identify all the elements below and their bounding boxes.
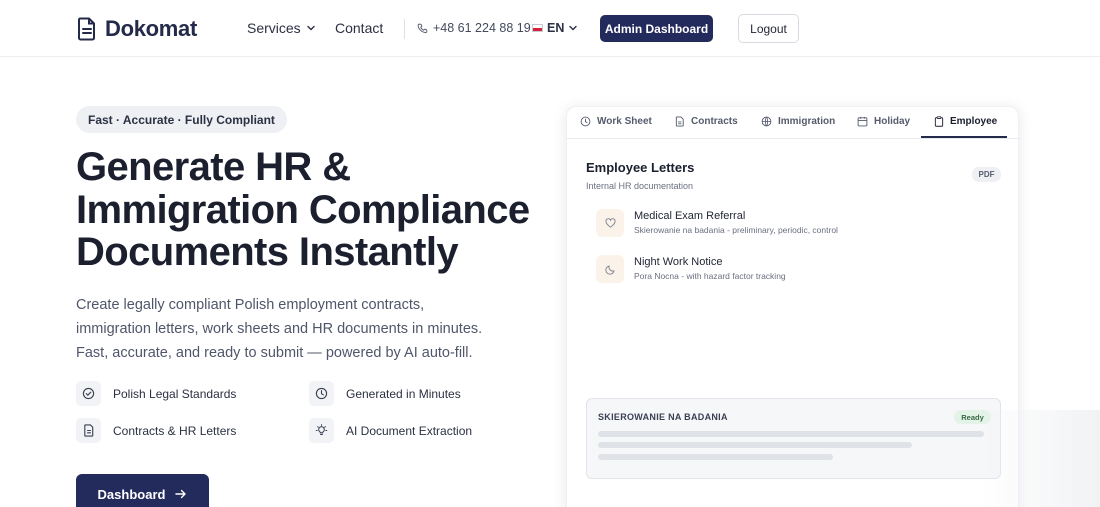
check-circle-icon [76,381,101,406]
feature-label: Polish Legal Standards [113,386,237,401]
active-tab-indicator [921,136,1007,138]
dashboard-button[interactable]: Dashboard [76,474,209,507]
nav-contact-label: Contact [335,20,384,36]
edge-shadow [980,410,1100,507]
feature-item: AI Document Extraction [309,418,472,443]
hero-title-line: Documents Instantly [76,230,459,274]
tab-contracts[interactable]: Contracts [675,116,738,127]
tab-label: Contracts [691,116,738,127]
chevron-down-icon [306,25,315,31]
arrow-right-icon [175,489,187,499]
tab-label: Holiday [874,116,911,127]
document-preview-card: Work Sheet Contracts Immigration Holiday… [566,106,1020,507]
document-icon [675,116,684,127]
phone-icon [417,23,428,33]
clipboard-icon [934,116,944,127]
letter-name: Medical Exam Referral [634,210,746,222]
feature-item: Generated in Minutes [309,381,461,406]
tab-label: Immigration [778,116,836,127]
hero-title-line: Immigration Compliance [76,187,530,232]
letter-desc: Skierowanie na badania - preliminary, pe… [634,225,838,235]
nav-services-label: Services [247,20,301,36]
nav-contact[interactable]: Contact [335,20,383,36]
placeholder-line [598,431,984,437]
tab-immigration[interactable]: Immigration [761,116,835,127]
document-preview: SKIEROWANIE NA BADANIA Ready [586,398,1001,479]
hero-title: Generate HR & Immigration Compliance Doc… [76,146,546,274]
tab-label: Employee [950,116,998,127]
language-label: EN [547,21,565,35]
hero-badge: Fast · Accurate · Fully Compliant [76,106,287,133]
moon-icon [596,255,624,283]
tab-label: Work Sheet [597,116,652,127]
card-title: Employee Letters [586,160,695,175]
letter-item[interactable]: Night Work Notice Pora Nocna - with haza… [596,255,786,283]
document-icon [76,418,101,443]
hero-subtitle: Create legally compliant Polish employme… [76,297,483,361]
hero-title-line: Generate HR & [76,145,351,189]
feature-item: Contracts & HR Letters [76,418,236,443]
tab-work-sheet[interactable]: Work Sheet [580,116,652,127]
clock-icon [580,116,591,127]
lightbulb-icon [309,418,334,443]
preview-title: SKIEROWANIE NA BADANIA [598,412,728,422]
clock-icon [309,381,334,406]
top-navbar: Dokomat Services Contact +48 61 224 88 1… [0,0,1100,57]
document-logo-icon [78,17,95,41]
chevron-down-icon [569,25,578,31]
phone-link[interactable]: +48 61 224 88 19 [417,21,531,35]
flag-icon [532,24,543,32]
letter-desc: Pora Nocna - with hazard factor tracking [634,271,786,281]
feature-label: Generated in Minutes [346,386,461,401]
calendar-icon [857,116,868,127]
nav-divider [404,19,405,39]
feature-item: Polish Legal Standards [76,381,236,406]
nav-services[interactable]: Services [247,20,316,36]
heart-icon [596,209,624,237]
logo-text: Dokomat [105,16,198,41]
card-subtitle: Internal HR documentation [586,181,694,191]
feature-label: AI Document Extraction [346,423,473,438]
card-tabs: Work Sheet Contracts Immigration Holiday… [567,107,1020,139]
globe-icon [761,116,772,127]
placeholder-line [598,442,912,448]
phone-number: +48 61 224 88 19 [433,21,531,35]
letter-item[interactable]: Medical Exam Referral Skierowanie na bad… [596,209,838,237]
admin-dashboard-button[interactable]: Admin Dashboard [600,15,713,42]
placeholder-line [598,454,833,460]
dashboard-button-label: Dashboard [97,486,166,502]
tab-holiday[interactable]: Holiday [857,116,910,127]
feature-label: Contracts & HR Letters [113,423,237,438]
logout-button[interactable]: Logout [738,14,799,43]
tab-employee[interactable]: Employee [934,116,997,127]
letter-name: Night Work Notice [634,256,723,268]
logo[interactable]: Dokomat [77,16,197,42]
language-selector[interactable]: EN [532,21,578,35]
format-badge: PDF [972,167,1001,182]
